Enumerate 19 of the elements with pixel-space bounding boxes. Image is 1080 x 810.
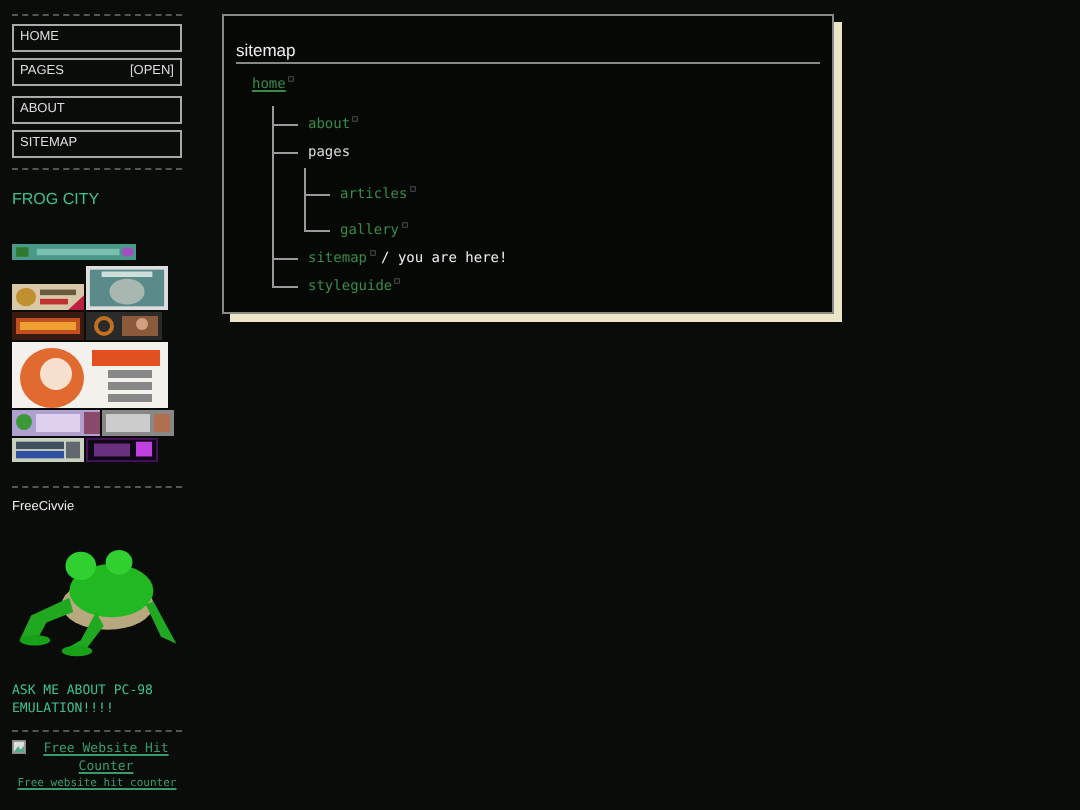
external-link-icon	[369, 250, 376, 256]
external-link-icon	[401, 222, 408, 228]
tree-line	[304, 196, 306, 204]
tree-connector	[272, 106, 298, 126]
tree-line	[272, 126, 274, 134]
external-link-icon	[287, 76, 294, 82]
site-title: FROG CITY	[12, 190, 102, 208]
tree-connector	[304, 204, 330, 232]
section-title: sitemap	[236, 40, 820, 64]
tree-connector	[304, 168, 330, 196]
external-link-icon	[409, 186, 416, 192]
external-link-icon	[352, 116, 359, 122]
tree-line	[272, 154, 274, 240]
tree-connector	[272, 268, 298, 288]
tree-connector	[272, 240, 298, 260]
broken-image-icon	[12, 740, 26, 754]
external-link-icon	[394, 278, 401, 284]
tree-connector	[272, 134, 298, 154]
tree-line	[272, 260, 274, 268]
